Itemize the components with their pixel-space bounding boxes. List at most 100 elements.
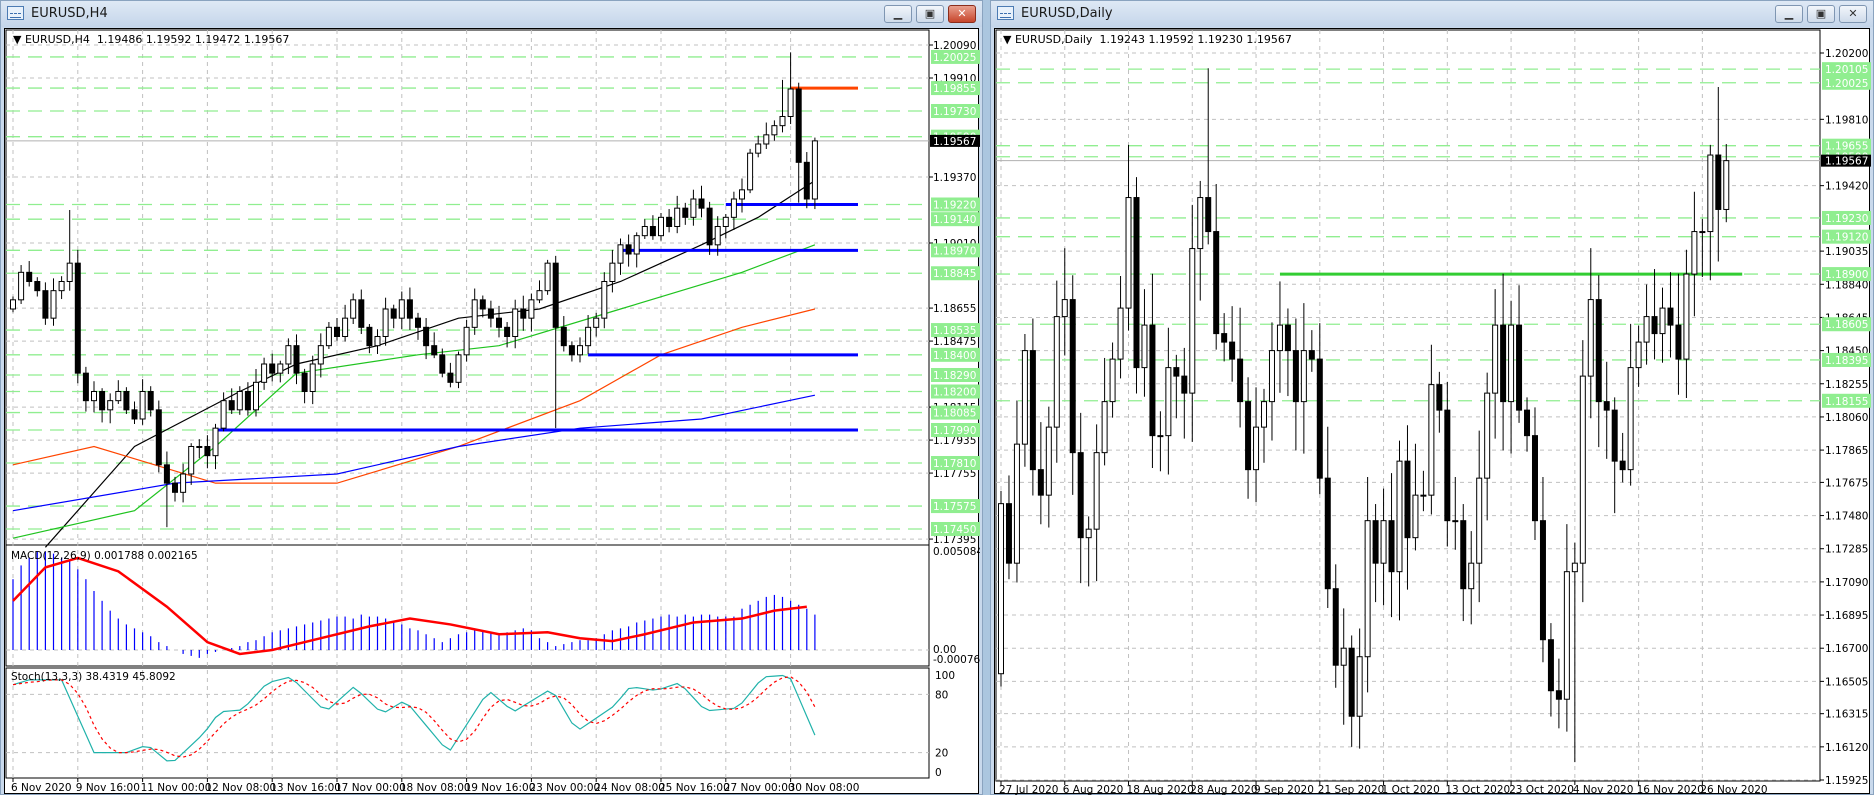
restore-button[interactable]: ▣: [1807, 5, 1835, 23]
level-label: 1.18395: [1825, 355, 1868, 367]
candle: [1372, 504, 1379, 603]
candle-body: [447, 372, 454, 383]
dropdown-triangle-icon[interactable]: ▼: [13, 33, 25, 46]
candle: [471, 288, 478, 335]
candle-body: [99, 390, 106, 411]
candle-body: [1659, 307, 1666, 335]
candle-body: [1221, 333, 1228, 343]
candle: [1380, 488, 1387, 606]
candle: [998, 490, 1004, 687]
candle: [1332, 564, 1339, 688]
candle-body: [1635, 341, 1642, 369]
candle: [463, 320, 470, 362]
chart-window-daily[interactable]: EURUSD,Daily ▁ ▣ ✕ 27 Jul 2020 6 Aug 2020…: [990, 0, 1874, 795]
candle-body: [787, 88, 794, 117]
window-titlebar[interactable]: EURUSD,Daily ▁ ▣ ✕: [991, 1, 1873, 27]
candle: [747, 148, 754, 194]
candle: [423, 318, 430, 360]
candle-body: [439, 354, 446, 374]
price-tick-label: 1.20200: [1825, 48, 1868, 60]
minimize-button[interactable]: ▁: [1775, 5, 1803, 23]
candle: [74, 249, 81, 384]
close-button[interactable]: ✕: [1839, 5, 1867, 23]
time-label: 23 Oct 2020: [1509, 784, 1574, 795]
time-label: 9 Sep 2020: [1254, 784, 1314, 795]
candle: [1563, 524, 1570, 732]
candle: [123, 387, 130, 414]
candle-body: [1037, 469, 1044, 496]
time-label: 13 Oct 2020: [1445, 784, 1510, 795]
candle-body: [423, 326, 430, 347]
candle: [1053, 280, 1060, 463]
candle-body: [1723, 160, 1730, 210]
level-label: 1.18155: [1825, 396, 1868, 408]
candle-body: [577, 345, 583, 356]
candle: [1444, 381, 1451, 547]
candle-body: [1563, 571, 1570, 700]
candle-body: [1667, 307, 1674, 326]
current-price-label: 1.19567: [1825, 156, 1868, 168]
candle: [601, 272, 608, 329]
candle-body: [747, 152, 754, 191]
candle-body: [1468, 562, 1475, 590]
time-label: 4 Nov 2020: [1573, 784, 1634, 795]
candle-body: [163, 464, 170, 484]
stoch-scale-label: 20: [935, 748, 948, 760]
candle: [722, 214, 729, 239]
candle-body: [374, 335, 381, 347]
candle-body: [455, 354, 462, 383]
candle-body: [706, 207, 713, 246]
candle: [1412, 443, 1419, 551]
stoch-scale-label: 0: [935, 767, 942, 779]
candle: [1539, 476, 1546, 663]
candle: [269, 353, 276, 382]
time-label: 18 Aug 2020: [1127, 784, 1194, 795]
candle-body: [641, 225, 648, 237]
candle: [1428, 344, 1435, 515]
candle-body: [58, 280, 65, 292]
chart-window-h4[interactable]: EURUSD,H4 ▁ ▣ ✕ 6 Nov 2020 9 Nov 16:00 11 …: [0, 0, 983, 795]
h4-chart-canvas[interactable]: 6 Nov 2020 9 Nov 16:00 11 Nov 00:0012 Nov …: [5, 29, 980, 795]
candle-body: [520, 308, 527, 319]
candle: [309, 355, 316, 405]
candle-body: [1332, 588, 1339, 666]
time-label: 16 Nov 2020: [1637, 784, 1704, 795]
window-titlebar[interactable]: EURUSD,H4 ▁ ▣ ✕: [1, 1, 982, 27]
candle: [1093, 424, 1100, 582]
candle-body: [1516, 324, 1523, 411]
candle: [26, 261, 33, 287]
candle: [633, 232, 640, 268]
candle: [1699, 218, 1706, 278]
price-tick-label: 1.17480: [1825, 511, 1868, 523]
candle: [1531, 407, 1538, 540]
candle: [1117, 276, 1124, 379]
candle-body: [1364, 520, 1371, 658]
candle: [374, 329, 381, 355]
time-label: 17 Nov 00:00: [335, 782, 406, 794]
candle-body: [771, 125, 778, 136]
restore-button[interactable]: ▣: [916, 5, 944, 23]
candle: [585, 315, 592, 355]
candle-body: [180, 473, 187, 493]
candle-body: [91, 390, 97, 402]
candle: [1547, 623, 1554, 717]
candle: [1197, 180, 1204, 301]
chart-area[interactable]: 6 Nov 2020 9 Nov 16:00 11 Nov 00:00 12 Nov …: [4, 28, 980, 795]
candle: [358, 289, 365, 335]
candle-body: [585, 326, 592, 347]
chart-header: ▼ EURUSD,Daily 1.19243 1.19592 1.19230 1…: [1003, 33, 1292, 46]
candle-body: [1460, 520, 1467, 590]
dropdown-triangle-icon[interactable]: ▼: [1003, 33, 1015, 46]
candle-body: [1388, 520, 1395, 573]
candle: [1643, 284, 1650, 365]
candle-body: [1595, 299, 1602, 403]
chart-area[interactable]: 27 Jul 2020 6 Aug 2020 18 Aug 2020 28 Aug 2…: [994, 28, 1871, 795]
candle-body: [147, 390, 154, 411]
candle-body: [1213, 231, 1220, 335]
minimize-button[interactable]: ▁: [884, 5, 912, 23]
daily-chart-canvas[interactable]: 27 Jul 2020 6 Aug 2020 18 Aug 202028 Aug 2…: [995, 29, 1871, 795]
candle-body: [293, 345, 300, 374]
candle: [253, 369, 259, 417]
candle-body: [1085, 528, 1092, 539]
close-button[interactable]: ✕: [948, 5, 976, 23]
